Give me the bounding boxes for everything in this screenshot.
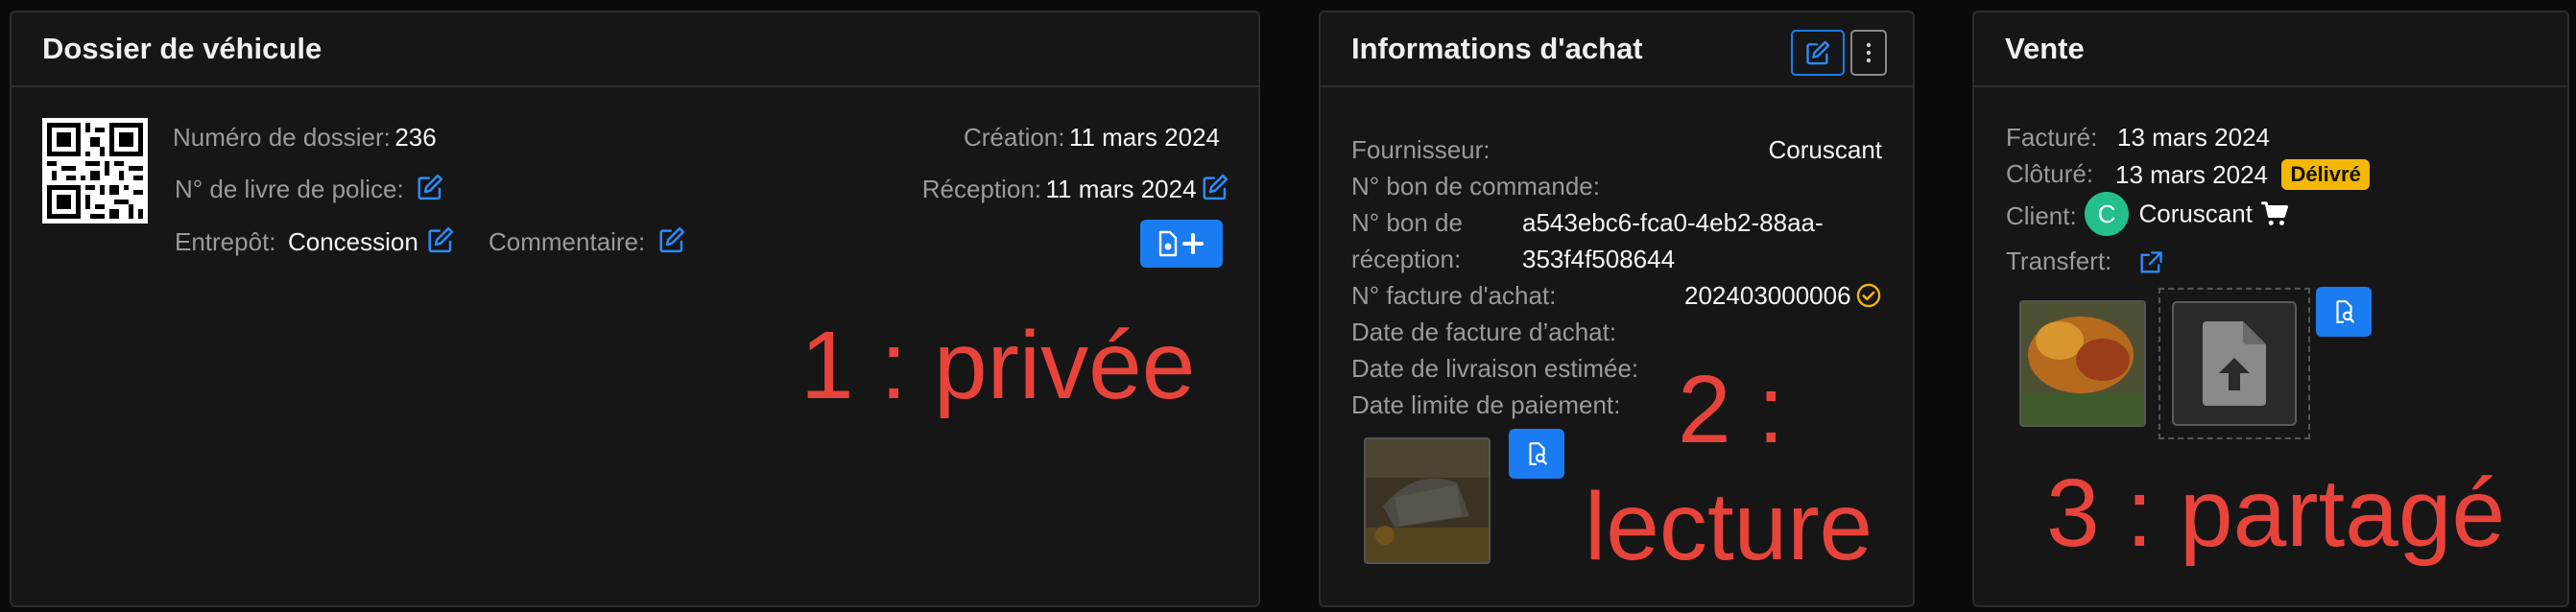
check-circle-icon bbox=[1856, 283, 1881, 308]
more-options-button[interactable] bbox=[1850, 30, 1887, 76]
dossier-vehicule-card: Dossier de véhicule Numéro de dossier: 2… bbox=[10, 11, 1260, 607]
commentaire-label: Commentaire: bbox=[489, 227, 646, 256]
bon-reception-label-line1: N° bon de bbox=[1351, 208, 1463, 237]
reception-value: 11 mars 2024 bbox=[1045, 175, 1197, 203]
file-upload-icon bbox=[2203, 321, 2266, 406]
vehicle-photo-image bbox=[2021, 302, 2144, 425]
facture-label: Facturé: bbox=[2006, 123, 2098, 152]
qr-code-icon[interactable] bbox=[42, 118, 148, 224]
numero-dossier-row: Numéro de dossier: 236 bbox=[173, 123, 437, 153]
card-title: Vente bbox=[2005, 32, 2085, 65]
livre-police-edit-icon[interactable] bbox=[416, 173, 444, 201]
cloture-value: 13 mars 2024 bbox=[2115, 160, 2268, 189]
livre-police-row: N° de livre de police: bbox=[175, 173, 444, 204]
creation-value: 11 mars 2024 bbox=[1068, 123, 1220, 152]
creation-label: Création: bbox=[963, 123, 1065, 152]
add-document-button[interactable] bbox=[1140, 220, 1223, 268]
fournisseur-value: Coruscant bbox=[1768, 135, 1883, 164]
date-livraison-label: Date de livraison estimée: bbox=[1351, 354, 1639, 383]
entrepot-value: Concession bbox=[287, 227, 418, 256]
bon-reception-label-line2: réception: bbox=[1351, 245, 1462, 273]
vente-card: Vente Facturé: 13 mars 2024 Clôturé: 13 … bbox=[1972, 11, 2569, 607]
fournisseur-label: Fournisseur: bbox=[1351, 135, 1491, 164]
numero-dossier-label: Numéro de dossier: bbox=[173, 123, 391, 152]
card-header: Dossier de véhicule bbox=[12, 12, 1258, 87]
informations-achat-card: Informations d'achat Fournisseur: Corusc… bbox=[1319, 11, 1915, 607]
bon-commande-label: N° bon de commande: bbox=[1351, 172, 1600, 200]
transfert-label: Transfert: bbox=[2006, 247, 2112, 275]
cloture-row: 13 mars 2024 Délivré bbox=[2115, 159, 2370, 190]
external-link-icon[interactable] bbox=[2137, 249, 2164, 276]
entrepot-label: Entrepôt: bbox=[175, 227, 276, 256]
commentaire-edit-icon[interactable] bbox=[657, 225, 686, 254]
search-document-icon bbox=[1524, 441, 1549, 466]
facture-achat-label: N° facture d'achat: bbox=[1351, 281, 1557, 310]
search-document-icon bbox=[2331, 299, 2356, 324]
livre-police-label: N° de livre de police: bbox=[175, 175, 404, 203]
edit-purchase-button[interactable] bbox=[1791, 30, 1845, 76]
entrepot-edit-icon[interactable] bbox=[426, 225, 455, 254]
reception-edit-icon[interactable] bbox=[1201, 173, 1229, 201]
edit-icon bbox=[1804, 39, 1831, 66]
client-value: Coruscant bbox=[2138, 199, 2253, 228]
vehicle-photo-image bbox=[1366, 439, 1489, 562]
upload-dropzone[interactable] bbox=[2159, 288, 2310, 439]
kebab-menu-icon bbox=[1866, 42, 1872, 63]
bon-reception-value-line2: 353f4f508644 bbox=[1522, 245, 1676, 273]
shopping-cart-icon bbox=[2261, 201, 2289, 225]
avatar: C bbox=[2085, 192, 2129, 236]
annotation-privee: 1 : privée bbox=[800, 312, 1196, 419]
commentaire-row: Commentaire: bbox=[489, 225, 686, 257]
creation-row: Création: 11 mars 2024 bbox=[964, 123, 1220, 153]
reception-row: Réception: 11 mars 2024 bbox=[922, 173, 1229, 204]
add-file-icon bbox=[1158, 230, 1204, 257]
date-facture-label: Date de facture d’achat: bbox=[1351, 318, 1617, 346]
facture-achat-row: 202403000006 bbox=[1684, 281, 1882, 311]
annotation-partage: 3 : partagé bbox=[2046, 459, 2506, 567]
status-badge: Délivré bbox=[2281, 159, 2370, 190]
numero-dossier-value: 236 bbox=[394, 123, 437, 152]
card-header: Vente bbox=[1974, 12, 2567, 87]
client-label: Client: bbox=[2006, 201, 2077, 230]
card-title: Informations d'achat bbox=[1351, 32, 1643, 65]
document-thumbnail[interactable] bbox=[2019, 300, 2146, 427]
annotation-lecture-line1: 2 : bbox=[1678, 356, 1785, 463]
entrepot-row: Entrepôt: Concession bbox=[175, 225, 455, 257]
card-title: Dossier de véhicule bbox=[42, 32, 322, 65]
view-document-button[interactable] bbox=[2316, 287, 2372, 337]
view-document-button[interactable] bbox=[1509, 429, 1564, 479]
upload-placeholder bbox=[2172, 301, 2297, 426]
client-row[interactable]: C Coruscant bbox=[2085, 192, 2289, 236]
document-thumbnail[interactable] bbox=[1364, 437, 1491, 564]
cloture-label: Clôturé: bbox=[2006, 159, 2094, 188]
bon-reception-value-line1: a543ebc6-fca0-4eb2-88aa- bbox=[1522, 208, 1824, 237]
facture-achat-value: 202403000006 bbox=[1684, 281, 1851, 310]
facture-value: 13 mars 2024 bbox=[2117, 123, 2270, 152]
annotation-lecture-line2: lecture bbox=[1585, 473, 1873, 580]
date-limite-label: Date limite de paiement: bbox=[1351, 390, 1621, 419]
reception-label: Réception: bbox=[921, 175, 1042, 203]
